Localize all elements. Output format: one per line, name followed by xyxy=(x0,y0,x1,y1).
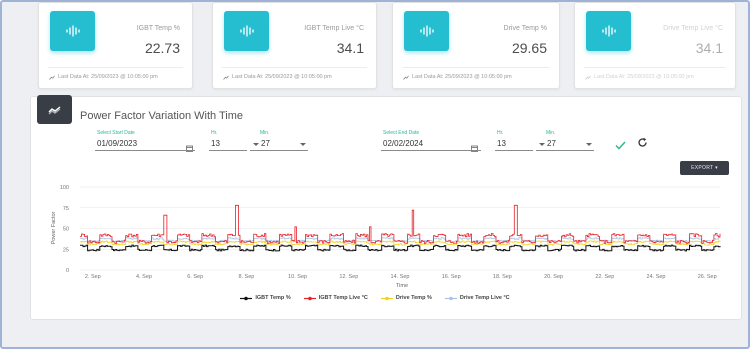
x-tick-label: 6. Sep xyxy=(187,274,203,280)
x-tick-label: 14. Sep xyxy=(391,274,410,280)
legend-marker-icon xyxy=(380,296,393,300)
y-axis-label: Power Factor xyxy=(51,211,57,244)
x-tick-label: 4. Sep xyxy=(136,274,152,280)
x-tick-label: 10. Sep xyxy=(288,274,307,280)
x-tick-label: 12. Sep xyxy=(339,274,358,280)
y-tick-label: 100 xyxy=(60,185,69,191)
legend-label: Drive Temp % xyxy=(395,295,432,301)
x-tick-label: 18. Sep xyxy=(493,274,512,280)
x-tick-label: 8. Sep xyxy=(238,274,254,280)
legend-item[interactable]: IGBT Temp % xyxy=(240,295,291,301)
y-tick-label: 25 xyxy=(63,247,69,253)
x-tick-label: 20. Sep xyxy=(544,274,563,280)
x-tick-label: 22. Sep xyxy=(595,274,614,280)
legend-marker-icon xyxy=(444,296,457,300)
series-line xyxy=(80,244,721,252)
x-tick-label: 2. Sep xyxy=(85,274,101,280)
legend-marker-icon xyxy=(303,296,316,300)
legend-label: IGBT Temp % xyxy=(255,295,291,301)
legend-marker-icon xyxy=(240,296,253,300)
legend-item[interactable]: Drive Temp % xyxy=(380,295,432,301)
y-tick-label: 0 xyxy=(66,268,69,274)
legend-label: IGBT Temp Live °C xyxy=(318,295,368,301)
x-tick-label: 24. Sep xyxy=(647,274,666,280)
y-tick-label: 75 xyxy=(63,206,69,212)
x-axis-label: Time xyxy=(396,283,408,289)
chart-legend: IGBT Temp % IGBT Temp Live °C Drive Temp %… xyxy=(0,295,750,301)
legend-item[interactable]: Drive Temp Live °C xyxy=(444,295,510,301)
x-tick-label: 26. Sep xyxy=(698,274,717,280)
legend-label: Drive Temp Live °C xyxy=(459,295,510,301)
series-line xyxy=(80,204,721,244)
x-tick-label: 16. Sep xyxy=(442,274,461,280)
y-tick-label: 50 xyxy=(63,227,69,233)
legend-item[interactable]: IGBT Temp Live °C xyxy=(303,295,368,301)
